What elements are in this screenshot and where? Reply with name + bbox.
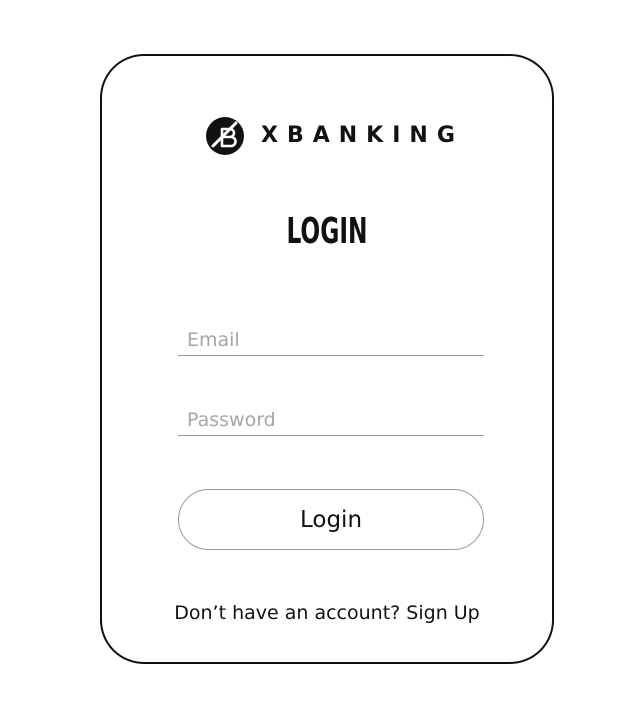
password-field-wrapper	[178, 407, 484, 436]
brand-header: XBANKING	[205, 116, 464, 156]
signup-prompt-text: Don’t have an account?	[174, 602, 401, 624]
page-title: LOGIN	[286, 211, 368, 252]
email-field-wrapper	[178, 327, 484, 356]
xb-logo-icon	[206, 117, 244, 155]
brand-name: XBANKING	[261, 123, 464, 148]
login-button[interactable]: Login	[178, 489, 484, 550]
password-field[interactable]	[178, 407, 484, 433]
login-card: XBANKING LOGIN Login Don’t have an accou…	[100, 54, 554, 664]
signup-prompt-line: Don’t have an account? Sign Up	[102, 602, 552, 624]
signup-link[interactable]: Sign Up	[406, 602, 479, 624]
email-field[interactable]	[178, 327, 484, 353]
